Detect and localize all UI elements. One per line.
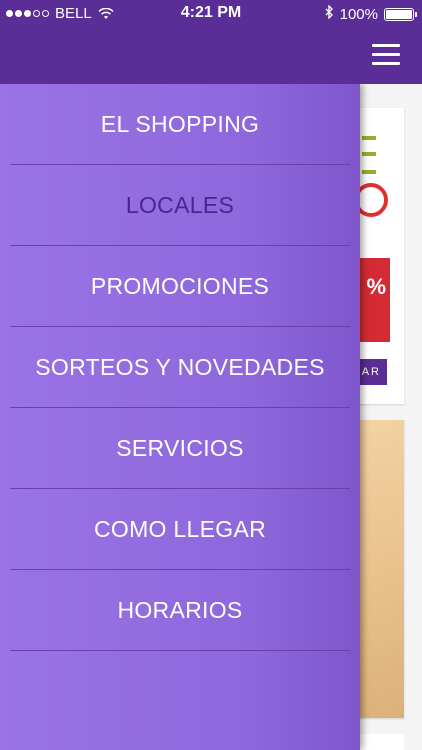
menu-item-servicios[interactable]: SERVICIOS <box>10 408 350 489</box>
menu-item-locales[interactable]: LOCALES <box>10 165 350 246</box>
hamburger-menu-button[interactable] <box>372 44 400 66</box>
promo-decoration <box>362 136 376 140</box>
menu-item-sorteos-y-novedades[interactable]: SORTEOS Y NOVEDADES <box>10 327 350 408</box>
menu-item-horarios[interactable]: HORARIOS <box>10 570 350 651</box>
battery-icon <box>384 7 417 21</box>
promo-decoration <box>362 170 376 174</box>
drawer-menu: EL SHOPPING LOCALES PROMOCIONES SORTEOS … <box>0 84 360 651</box>
battery-percent: 100% <box>339 5 378 23</box>
promo-decoration <box>362 152 376 156</box>
menu-item-como-llegar[interactable]: COMO LLEGAR <box>10 489 350 570</box>
menu-item-promociones[interactable]: PROMOCIONES <box>10 246 350 327</box>
bluetooth-icon <box>325 4 334 23</box>
promo-percent: % <box>366 274 386 299</box>
menu-item-el-shopping[interactable]: EL SHOPPING <box>10 84 350 165</box>
status-bar: BELL 4:21 PM 100% <box>0 0 422 28</box>
app-header: BELL 4:21 PM 100% <box>0 0 422 84</box>
navigation-drawer: EL SHOPPING LOCALES PROMOCIONES SORTEOS … <box>0 84 360 750</box>
